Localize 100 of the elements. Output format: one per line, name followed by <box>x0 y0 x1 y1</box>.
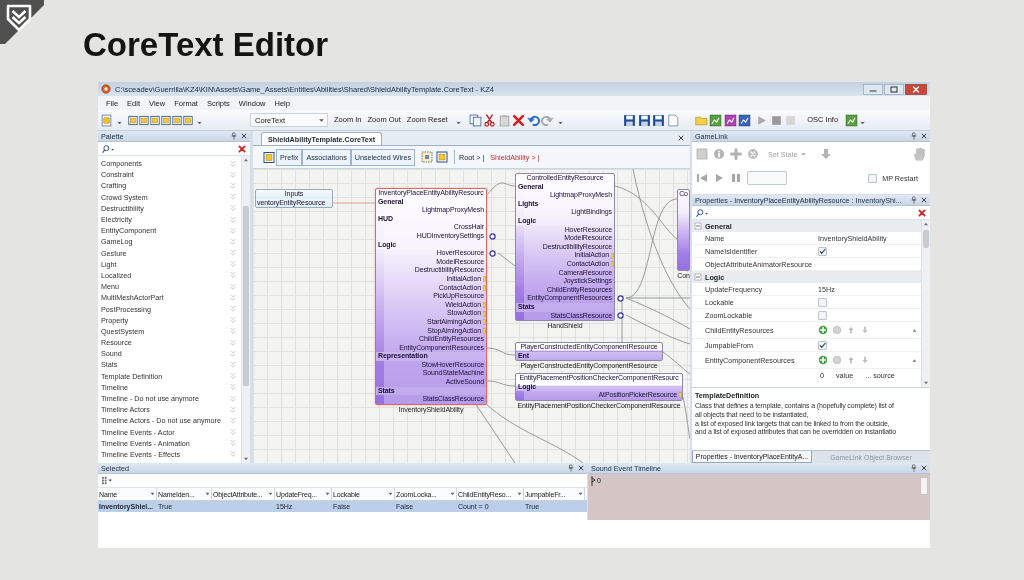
ring-icon[interactable] <box>617 295 624 303</box>
up-arrow-icon[interactable] <box>846 355 856 365</box>
pin-icon[interactable] <box>567 464 575 472</box>
down-arrow-icon[interactable] <box>819 148 832 160</box>
cross-icon[interactable] <box>918 208 926 217</box>
search-icon[interactable] <box>695 207 709 218</box>
line-chart-icon[interactable] <box>738 113 752 127</box>
scroll-arrow-icon[interactable] <box>242 455 250 463</box>
frame-icon[interactable] <box>139 114 149 126</box>
play-icon[interactable] <box>713 172 725 184</box>
copy-icon[interactable] <box>468 113 482 127</box>
scrollbar[interactable] <box>920 477 928 495</box>
scissors-icon[interactable] <box>483 113 497 127</box>
caret-icon[interactable] <box>450 492 455 496</box>
line-chart-icon[interactable] <box>709 113 723 127</box>
frame-icon[interactable] <box>263 149 275 165</box>
info-icon[interactable] <box>713 148 725 160</box>
collapse-icon[interactable] <box>694 222 702 230</box>
dashed-square-icon[interactable] <box>421 151 434 163</box>
wire <box>486 347 516 356</box>
pin-icon[interactable] <box>910 464 918 472</box>
down-arrow-icon[interactable] <box>860 325 870 335</box>
undo-icon[interactable] <box>526 113 540 127</box>
pin-icon[interactable] <box>230 132 238 140</box>
scroll-thumb[interactable] <box>923 230 929 248</box>
wire <box>332 202 376 204</box>
up-arrow-icon[interactable] <box>846 325 856 335</box>
minimize-icon[interactable] <box>863 83 883 95</box>
scroll-thumb[interactable] <box>243 206 249 386</box>
add-icon[interactable] <box>818 355 828 365</box>
close-icon[interactable] <box>240 132 248 140</box>
document-icon[interactable] <box>100 113 113 127</box>
plus-icon[interactable] <box>730 148 742 160</box>
maximize-icon[interactable] <box>884 83 904 95</box>
caret-icon[interactable] <box>578 492 583 496</box>
frame-icon[interactable] <box>183 114 193 126</box>
checkbox[interactable] <box>818 310 827 320</box>
caret-icon[interactable] <box>150 492 155 496</box>
frame-icon[interactable] <box>128 114 138 126</box>
circle-icon[interactable] <box>832 325 842 335</box>
pin-icon[interactable] <box>910 132 918 140</box>
line-chart-icon[interactable] <box>723 113 737 127</box>
scrollbar[interactable] <box>241 156 250 463</box>
checkbox[interactable] <box>818 340 827 350</box>
pin-icon[interactable] <box>910 196 918 204</box>
wire <box>497 252 516 267</box>
cancel-icon[interactable] <box>747 148 759 160</box>
skip-back-icon[interactable] <box>696 172 708 184</box>
ring-icon[interactable] <box>489 232 496 240</box>
close-icon[interactable] <box>577 464 585 472</box>
square-icon[interactable] <box>696 148 708 160</box>
cross-icon[interactable] <box>238 144 246 153</box>
frame-icon[interactable] <box>172 114 182 126</box>
close-icon[interactable] <box>905 83 927 95</box>
frame-icon[interactable] <box>436 151 449 163</box>
scroll-arrow-icon[interactable] <box>242 156 250 164</box>
frame-icon[interactable] <box>150 114 160 126</box>
marker-icon <box>679 392 682 399</box>
collapse-icon[interactable] <box>694 273 702 281</box>
hand-icon[interactable] <box>912 147 926 161</box>
cross-icon[interactable] <box>512 113 526 127</box>
scroll-arrow-icon[interactable] <box>911 356 918 364</box>
stop-icon[interactable] <box>769 113 783 127</box>
wire <box>625 314 690 345</box>
scrollbar[interactable] <box>921 220 930 387</box>
caret-icon[interactable] <box>325 492 330 496</box>
caret-icon[interactable] <box>268 492 273 496</box>
playhead-icon[interactable] <box>591 476 596 486</box>
checkbox[interactable] <box>818 246 827 256</box>
scroll-arrow-icon[interactable] <box>922 379 930 387</box>
floppy-icon[interactable] <box>623 113 637 127</box>
close-icon[interactable] <box>677 134 685 142</box>
close-icon[interactable] <box>920 464 928 472</box>
frame-icon[interactable] <box>161 114 171 126</box>
wire <box>662 351 690 375</box>
checkbox[interactable] <box>868 173 878 183</box>
grid-icon[interactable] <box>101 476 113 485</box>
input-field[interactable] <box>747 171 787 185</box>
ring-icon[interactable] <box>617 312 624 320</box>
circle-icon[interactable] <box>832 355 842 365</box>
redo-icon[interactable] <box>541 113 555 127</box>
add-icon[interactable] <box>818 325 828 335</box>
caret-icon[interactable] <box>318 116 325 124</box>
close-icon[interactable] <box>920 196 928 204</box>
scroll-arrow-icon[interactable] <box>911 326 918 334</box>
caret-icon[interactable] <box>517 492 522 496</box>
checkbox[interactable] <box>818 297 827 307</box>
down-arrow-icon[interactable] <box>860 355 870 365</box>
ring-icon[interactable] <box>489 249 496 257</box>
clipboard-icon[interactable] <box>497 113 511 127</box>
pause-icon[interactable] <box>730 172 742 184</box>
line-chart-icon[interactable] <box>845 113 859 127</box>
search-field[interactable] <box>98 142 250 156</box>
caret-icon[interactable] <box>205 492 210 496</box>
scroll-arrow-icon[interactable] <box>922 220 930 228</box>
floppy-icon[interactable] <box>637 113 651 127</box>
close-icon[interactable] <box>920 132 928 140</box>
floppy-icon[interactable] <box>652 113 666 127</box>
caret-icon[interactable] <box>388 492 393 496</box>
search-icon[interactable] <box>101 143 115 154</box>
